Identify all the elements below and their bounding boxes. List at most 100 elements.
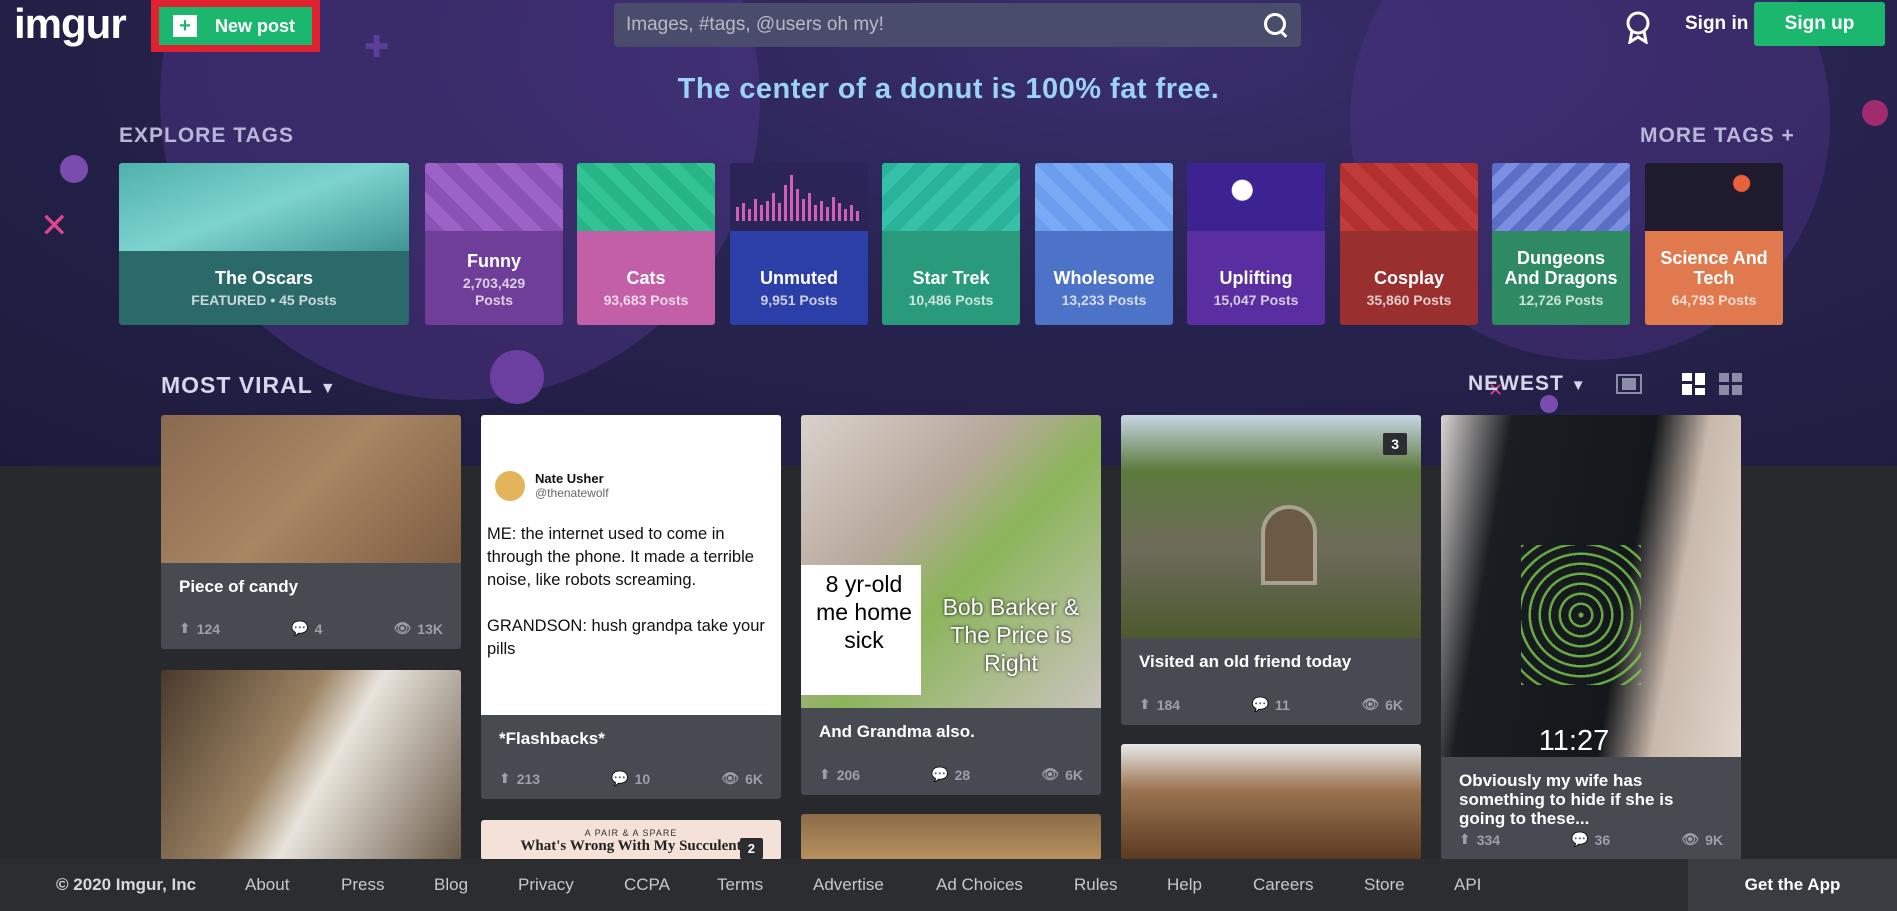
view-count: 13K	[417, 620, 443, 637]
comment-icon: 💬	[1251, 696, 1270, 712]
tag-card-star-trek[interactable]: Star Trek 10,486 Posts	[882, 163, 1020, 325]
footer-link-about[interactable]: About	[245, 875, 289, 895]
upvote-count: 124	[196, 620, 221, 637]
order-dropdown[interactable]: NEWEST ▼	[1468, 372, 1587, 396]
tag-card-science-and-tech[interactable]: Science And Tech 64,793 Posts	[1645, 163, 1783, 325]
upvote-stat: ⬆ 184	[1139, 696, 1180, 713]
footer-link-api[interactable]: API	[1454, 875, 1481, 895]
upvote-count: 184	[1156, 696, 1181, 713]
tag-image	[1035, 163, 1173, 231]
post-card[interactable]	[801, 814, 1101, 860]
post-thumbnail[interactable]: 11:27	[1441, 415, 1741, 757]
post-title[interactable]: Obviously my wife has something to hide …	[1441, 757, 1741, 828]
upvote-stat: ⬆ 124	[179, 620, 220, 637]
comment-stat: 💬 11	[1252, 696, 1290, 713]
tweet-image[interactable]: Nate Usher @thenatewolf ME: the internet…	[481, 415, 781, 715]
post-title[interactable]: Visited an old friend today	[1121, 638, 1421, 671]
new-post-button[interactable]: + New post	[159, 7, 312, 45]
upvote-count: 213	[516, 770, 541, 787]
view-count: 9K	[1705, 831, 1723, 848]
post-card[interactable]: 11:27 Obviously my wife has something to…	[1441, 415, 1741, 860]
view-count: 6K	[745, 770, 763, 787]
more-tags-link[interactable]: MORE TAGS +	[1640, 124, 1795, 148]
waterfall-view-icon[interactable]	[1681, 373, 1707, 395]
tag-name: Funny	[467, 251, 521, 271]
tag-card-dungeons-and-dragons[interactable]: Dungeons And Dragons 12,726 Posts	[1492, 163, 1630, 325]
comment-count: 10	[634, 770, 651, 787]
post-thumbnail[interactable]: 8 yr-old me home sick Bob Barker & The P…	[801, 415, 1101, 708]
order-label: NEWEST	[1468, 372, 1564, 395]
tag-body: Dungeons And Dragons 12,726 Posts	[1492, 248, 1630, 309]
footer-link-terms[interactable]: Terms	[717, 875, 763, 895]
award-icon[interactable]	[1624, 10, 1652, 44]
grid-view-icon[interactable]	[1718, 373, 1744, 395]
post-title[interactable]: And Grandma also.	[801, 708, 1101, 741]
tag-image	[1645, 163, 1783, 231]
search-icon[interactable]	[1263, 12, 1289, 38]
footer-link-privacy[interactable]: Privacy	[518, 875, 574, 895]
tag-name: Science And Tech	[1660, 248, 1768, 288]
audio-wave-image	[730, 163, 868, 231]
tag-name: Unmuted	[760, 268, 838, 288]
post-thumbnail[interactable]	[161, 670, 461, 860]
get-app-button[interactable]: Get the App	[1688, 859, 1897, 911]
footer-link-careers[interactable]: Careers	[1253, 875, 1313, 895]
comment-stat: 💬 28	[931, 766, 970, 783]
post-card[interactable]: 8 yr-old me home sick Bob Barker & The P…	[801, 415, 1101, 795]
post-title[interactable]: *Flashbacks*	[481, 715, 781, 748]
post-card[interactable]: Nate Usher @thenatewolf ME: the internet…	[481, 415, 781, 799]
image-count-badge: 2	[739, 838, 763, 859]
upvote-icon: ⬆	[1139, 696, 1151, 712]
pattern-lock-grid	[1521, 545, 1641, 685]
top-nav: imgur + New post Sign in Sign up	[0, 0, 1897, 52]
upvote-icon: ⬆	[499, 770, 511, 786]
search-bar	[614, 3, 1301, 47]
tag-name: Uplifting	[1219, 268, 1293, 288]
footer-link-press[interactable]: Press	[341, 875, 384, 895]
tag-count: 64,793 Posts	[1671, 292, 1757, 308]
post-title[interactable]: Piece of candy	[161, 563, 461, 596]
tag-card-uplifting[interactable]: Uplifting 15,047 Posts	[1187, 163, 1325, 325]
upvote-icon: ⬆	[1459, 831, 1471, 847]
sort-dropdown[interactable]: MOST VIRAL ▼	[161, 372, 337, 399]
footer-link-ad-choices[interactable]: Ad Choices	[936, 875, 1023, 895]
search-input[interactable]	[626, 14, 1263, 36]
view-count: 6K	[1065, 766, 1083, 783]
tag-card-funny[interactable]: Funny 2,703,429 Posts	[425, 163, 563, 325]
footer-link-help[interactable]: Help	[1167, 875, 1202, 895]
tag-card-unmuted[interactable]: Unmuted 9,951 Posts	[730, 163, 868, 325]
post-card[interactable]: 3 Visited an old friend today ⬆ 184 💬 11 👁…	[1121, 415, 1421, 725]
footer-link-advertise[interactable]: Advertise	[813, 875, 884, 895]
footer-link-store[interactable]: Store	[1364, 875, 1405, 895]
tag-body: The Oscars FEATURED • 45 Posts	[119, 268, 409, 309]
tag-card-cats[interactable]: Cats 93,683 Posts	[577, 163, 715, 325]
footer-link-blog[interactable]: Blog	[434, 875, 468, 895]
post-card[interactable]	[161, 670, 461, 860]
decor-circle	[490, 350, 544, 404]
tag-card-wholesome[interactable]: Wholesome 13,233 Posts	[1035, 163, 1173, 325]
view-count: 6K	[1385, 696, 1403, 713]
tag-name: The Oscars	[214, 268, 314, 288]
post-stats: ⬆ 213 💬 10 👁 6K	[499, 770, 763, 787]
tag-body: Cosplay 35,860 Posts	[1340, 268, 1478, 309]
post-card[interactable]: Piece of candy ⬆ 124 💬 4 👁 13K	[161, 415, 461, 649]
tag-name: Dungeons And Dragons	[1504, 248, 1618, 288]
post-card[interactable]: A PAIR & A SPARE What's Wrong With My Su…	[481, 820, 781, 860]
filmstrip-view-icon[interactable]	[1616, 373, 1642, 395]
imgur-logo[interactable]: imgur	[14, 0, 127, 48]
comment-stat: 💬 36	[1571, 831, 1610, 848]
sign-in-link[interactable]: Sign in	[1685, 13, 1748, 35]
view-stat: 👁 6K	[1041, 766, 1083, 783]
post-card[interactable]	[1121, 744, 1421, 860]
tag-card-cosplay[interactable]: Cosplay 35,860 Posts	[1340, 163, 1478, 325]
footer-link-rules[interactable]: Rules	[1074, 875, 1117, 895]
comment-stat: 💬 4	[291, 620, 322, 637]
post-thumbnail[interactable]: 3	[1121, 415, 1421, 638]
tag-name: Cats	[626, 268, 666, 288]
copyright: © 2020 Imgur, Inc	[56, 875, 197, 894]
footer: © 2020 Imgur, Inc About Press Blog Priva…	[0, 859, 1897, 911]
sign-up-button[interactable]: Sign up	[1754, 2, 1885, 46]
footer-link-ccpa[interactable]: CCPA	[624, 875, 670, 895]
post-thumbnail[interactable]	[161, 415, 461, 563]
tag-card-the-oscars[interactable]: The Oscars FEATURED • 45 Posts	[119, 163, 409, 325]
